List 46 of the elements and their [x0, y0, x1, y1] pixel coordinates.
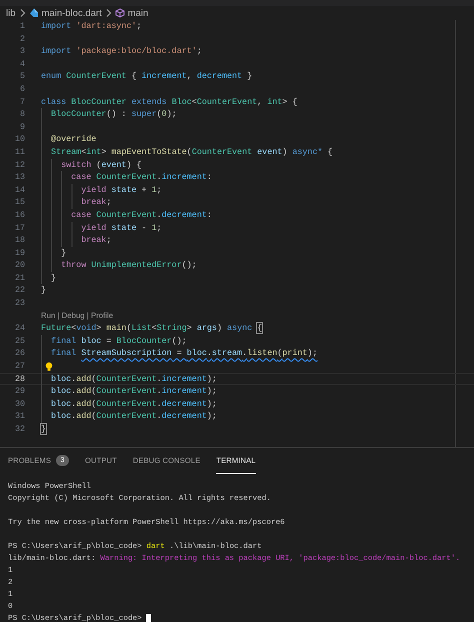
- line-number: 19: [14, 246, 25, 260]
- line-number: 2: [18, 32, 25, 46]
- line-number: 26: [14, 347, 25, 360]
- breadcrumb-file[interactable]: main-bloc.dart: [42, 8, 102, 18]
- line-number: 25: [14, 334, 25, 348]
- code-line: import 'package:bloc/bloc.dart';: [41, 45, 202, 58]
- line-number: 32: [14, 423, 25, 436]
- line-number: 10: [14, 133, 25, 146]
- line-number: 1: [18, 20, 25, 33]
- breadcrumb-symbol[interactable]: main: [128, 8, 148, 18]
- line-number: 28: [14, 372, 25, 386]
- chevron-icon: [104, 8, 112, 18]
- line-number: 17: [14, 222, 25, 234]
- dart-file-icon: [28, 8, 39, 18]
- line-number: 23: [14, 297, 25, 310]
- line-number: 16: [14, 208, 25, 222]
- chevron-icon: [18, 8, 26, 18]
- line-number: 14: [14, 184, 25, 196]
- cube-icon: [114, 8, 125, 18]
- line-number: 6: [18, 82, 25, 96]
- breadcrumb-folder[interactable]: lib: [6, 8, 16, 18]
- code-line: class BlocCounter extends Bloc<CounterEvent, int> {: [41, 96, 298, 108]
- line-number: 5: [18, 70, 25, 83]
- line-number: 8: [18, 108, 25, 121]
- code-line: }: [41, 423, 46, 436]
- line-number: 12: [14, 158, 25, 172]
- line-number: 31: [14, 410, 25, 423]
- line-number: 18: [14, 234, 25, 247]
- line-number: 30: [14, 398, 25, 410]
- line-number: 15: [14, 196, 25, 209]
- line-number: 27: [14, 360, 25, 373]
- line-number: 13: [14, 171, 25, 184]
- code-line: enum CounterEvent { increment, decrement }: [41, 70, 252, 83]
- line-number: 9: [18, 120, 25, 134]
- line-number: 3: [18, 45, 25, 58]
- code-line: import 'dart:async';: [41, 20, 142, 33]
- line-number: 21: [14, 272, 25, 284]
- code-line: }: [41, 284, 46, 298]
- line-number: 7: [18, 96, 25, 108]
- line-number: 29: [14, 385, 25, 398]
- line-number: 22: [14, 284, 25, 298]
- line-number: 11: [14, 146, 25, 159]
- code-line: Future<void> main(List<String> args) async {: [41, 322, 262, 335]
- line-number: 20: [14, 259, 25, 272]
- line-number: 24: [14, 322, 25, 335]
- line-number: 4: [18, 58, 25, 70]
